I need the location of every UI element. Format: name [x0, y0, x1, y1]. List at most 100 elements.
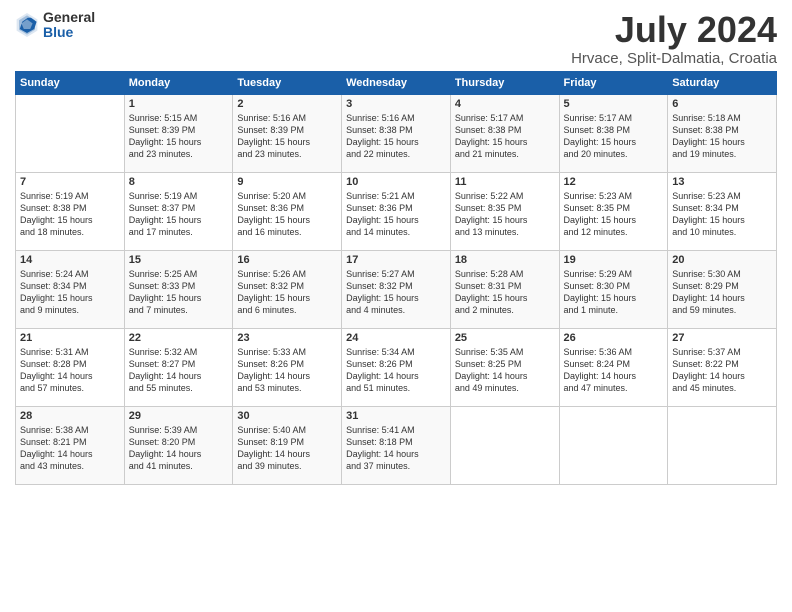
day-number: 5: [564, 98, 664, 110]
col-header-friday: Friday: [559, 71, 668, 94]
day-number: 25: [455, 332, 555, 344]
day-info: Sunrise: 5:22 AM Sunset: 8:35 PM Dayligh…: [455, 191, 528, 237]
day-number: 23: [237, 332, 337, 344]
day-info: Sunrise: 5:24 AM Sunset: 8:34 PM Dayligh…: [20, 269, 93, 315]
day-info: Sunrise: 5:38 AM Sunset: 8:21 PM Dayligh…: [20, 425, 93, 471]
day-number: 4: [455, 98, 555, 110]
month-year: July 2024: [571, 10, 777, 50]
day-number: 14: [20, 254, 120, 266]
day-cell: 21 Sunrise: 5:31 AM Sunset: 8:28 PM Dayli…: [16, 328, 125, 406]
day-info: Sunrise: 5:23 AM Sunset: 8:34 PM Dayligh…: [672, 191, 745, 237]
day-info: Sunrise: 5:19 AM Sunset: 8:37 PM Dayligh…: [129, 191, 202, 237]
day-info: Sunrise: 5:32 AM Sunset: 8:27 PM Dayligh…: [129, 347, 202, 393]
day-number: 17: [346, 254, 446, 266]
day-cell: 26Sunrise: 5:36 AM Sunset: 8:24 PM Dayli…: [559, 328, 668, 406]
day-number: 24: [346, 332, 446, 344]
day-number: 27: [672, 332, 772, 344]
col-header-saturday: Saturday: [668, 71, 777, 94]
day-cell: 13Sunrise: 5:23 AM Sunset: 8:34 PM Dayli…: [668, 172, 777, 250]
day-info: Sunrise: 5:31 AM Sunset: 8:28 PM Dayligh…: [20, 347, 93, 393]
day-number: 18: [455, 254, 555, 266]
day-cell: [16, 94, 125, 172]
day-info: Sunrise: 5:34 AM Sunset: 8:26 PM Dayligh…: [346, 347, 419, 393]
day-number: 19: [564, 254, 664, 266]
day-info: Sunrise: 5:36 AM Sunset: 8:24 PM Dayligh…: [564, 347, 637, 393]
day-info: Sunrise: 5:30 AM Sunset: 8:29 PM Dayligh…: [672, 269, 745, 315]
day-info: Sunrise: 5:26 AM Sunset: 8:32 PM Dayligh…: [237, 269, 310, 315]
day-number: 16: [237, 254, 337, 266]
day-cell: 20 Sunrise: 5:30 AM Sunset: 8:29 PM Dayli…: [668, 250, 777, 328]
day-info: Sunrise: 5:20 AM Sunset: 8:36 PM Dayligh…: [237, 191, 310, 237]
col-header-monday: Monday: [124, 71, 233, 94]
day-cell: 1 Sunrise: 5:15 AM Sunset: 8:39 PM Daylig…: [124, 94, 233, 172]
logo: General Blue: [15, 10, 95, 41]
day-cell: 18 Sunrise: 5:28 AM Sunset: 8:31 PM Dayli…: [450, 250, 559, 328]
day-info: Sunrise: 5:15 AM Sunset: 8:39 PM Dayligh…: [129, 113, 202, 159]
day-cell: 9 Sunrise: 5:20 AM Sunset: 8:36 PM Daylig…: [233, 172, 342, 250]
logo-blue: Blue: [43, 25, 95, 40]
day-info: Sunrise: 5:33 AM Sunset: 8:26 PM Dayligh…: [237, 347, 310, 393]
day-cell: [450, 406, 559, 484]
day-cell: 19Sunrise: 5:29 AM Sunset: 8:30 PM Dayli…: [559, 250, 668, 328]
day-cell: 24 Sunrise: 5:34 AM Sunset: 8:26 PM Dayli…: [342, 328, 451, 406]
day-number: 1: [129, 98, 229, 110]
day-number: 8: [129, 176, 229, 188]
day-cell: [668, 406, 777, 484]
col-header-sunday: Sunday: [16, 71, 125, 94]
col-header-thursday: Thursday: [450, 71, 559, 94]
logo-general: General: [43, 10, 95, 25]
day-cell: 12 Sunrise: 5:23 AM Sunset: 8:35 PM Dayli…: [559, 172, 668, 250]
location: Hrvace, Split-Dalmatia, Croatia: [571, 50, 777, 67]
day-info: Sunrise: 5:25 AM Sunset: 8:33 PM Dayligh…: [129, 269, 202, 315]
day-info: Sunrise: 5:27 AM Sunset: 8:32 PM Dayligh…: [346, 269, 419, 315]
calendar-table: SundayMondayTuesdayWednesdayThursdayFrid…: [15, 71, 777, 485]
day-number: 3: [346, 98, 446, 110]
day-info: Sunrise: 5:19 AM Sunset: 8:38 PM Dayligh…: [20, 191, 93, 237]
day-number: 20: [672, 254, 772, 266]
day-cell: 25 Sunrise: 5:35 AM Sunset: 8:25 PM Dayli…: [450, 328, 559, 406]
day-info: Sunrise: 5:16 AM Sunset: 8:38 PM Dayligh…: [346, 113, 419, 159]
title-block: July 2024 Hrvace, Split-Dalmatia, Croati…: [571, 10, 777, 67]
day-cell: 4 Sunrise: 5:17 AM Sunset: 8:38 PM Daylig…: [450, 94, 559, 172]
day-info: Sunrise: 5:17 AM Sunset: 8:38 PM Dayligh…: [455, 113, 528, 159]
day-cell: [559, 406, 668, 484]
day-cell: 30Sunrise: 5:40 AM Sunset: 8:19 PM Dayli…: [233, 406, 342, 484]
day-cell: 14 Sunrise: 5:24 AM Sunset: 8:34 PM Dayli…: [16, 250, 125, 328]
day-cell: 2 Sunrise: 5:16 AM Sunset: 8:39 PM Daylig…: [233, 94, 342, 172]
day-number: 21: [20, 332, 120, 344]
logo-text: General Blue: [43, 10, 95, 41]
day-number: 15: [129, 254, 229, 266]
calendar-header-row: SundayMondayTuesdayWednesdayThursdayFrid…: [16, 71, 777, 94]
day-info: Sunrise: 5:41 AM Sunset: 8:18 PM Dayligh…: [346, 425, 419, 471]
day-number: 31: [346, 410, 446, 422]
day-cell: 15 Sunrise: 5:25 AM Sunset: 8:33 PM Dayli…: [124, 250, 233, 328]
day-number: 2: [237, 98, 337, 110]
header: General Blue July 2024 Hrvace, Split-Dal…: [15, 10, 777, 67]
day-cell: 6Sunrise: 5:18 AM Sunset: 8:38 PM Daylig…: [668, 94, 777, 172]
day-info: Sunrise: 5:17 AM Sunset: 8:38 PM Dayligh…: [564, 113, 637, 159]
col-header-wednesday: Wednesday: [342, 71, 451, 94]
day-number: 12: [564, 176, 664, 188]
day-info: Sunrise: 5:16 AM Sunset: 8:39 PM Dayligh…: [237, 113, 310, 159]
day-number: 28: [20, 410, 120, 422]
day-info: Sunrise: 5:35 AM Sunset: 8:25 PM Dayligh…: [455, 347, 528, 393]
day-cell: 29Sunrise: 5:39 AM Sunset: 8:20 PM Dayli…: [124, 406, 233, 484]
col-header-tuesday: Tuesday: [233, 71, 342, 94]
day-info: Sunrise: 5:23 AM Sunset: 8:35 PM Dayligh…: [564, 191, 637, 237]
day-cell: 10Sunrise: 5:21 AM Sunset: 8:36 PM Dayli…: [342, 172, 451, 250]
day-cell: 7 Sunrise: 5:19 AM Sunset: 8:38 PM Daylig…: [16, 172, 125, 250]
day-cell: 23 Sunrise: 5:33 AM Sunset: 8:26 PM Dayli…: [233, 328, 342, 406]
day-number: 22: [129, 332, 229, 344]
day-cell: 27 Sunrise: 5:37 AM Sunset: 8:22 PM Dayli…: [668, 328, 777, 406]
day-cell: 11 Sunrise: 5:22 AM Sunset: 8:35 PM Dayli…: [450, 172, 559, 250]
day-number: 7: [20, 176, 120, 188]
day-cell: 22 Sunrise: 5:32 AM Sunset: 8:27 PM Dayli…: [124, 328, 233, 406]
day-number: 11: [455, 176, 555, 188]
day-info: Sunrise: 5:37 AM Sunset: 8:22 PM Dayligh…: [672, 347, 745, 393]
day-cell: 3 Sunrise: 5:16 AM Sunset: 8:38 PM Daylig…: [342, 94, 451, 172]
day-number: 30: [237, 410, 337, 422]
day-info: Sunrise: 5:28 AM Sunset: 8:31 PM Dayligh…: [455, 269, 528, 315]
day-info: Sunrise: 5:18 AM Sunset: 8:38 PM Dayligh…: [672, 113, 745, 159]
day-number: 29: [129, 410, 229, 422]
day-number: 9: [237, 176, 337, 188]
